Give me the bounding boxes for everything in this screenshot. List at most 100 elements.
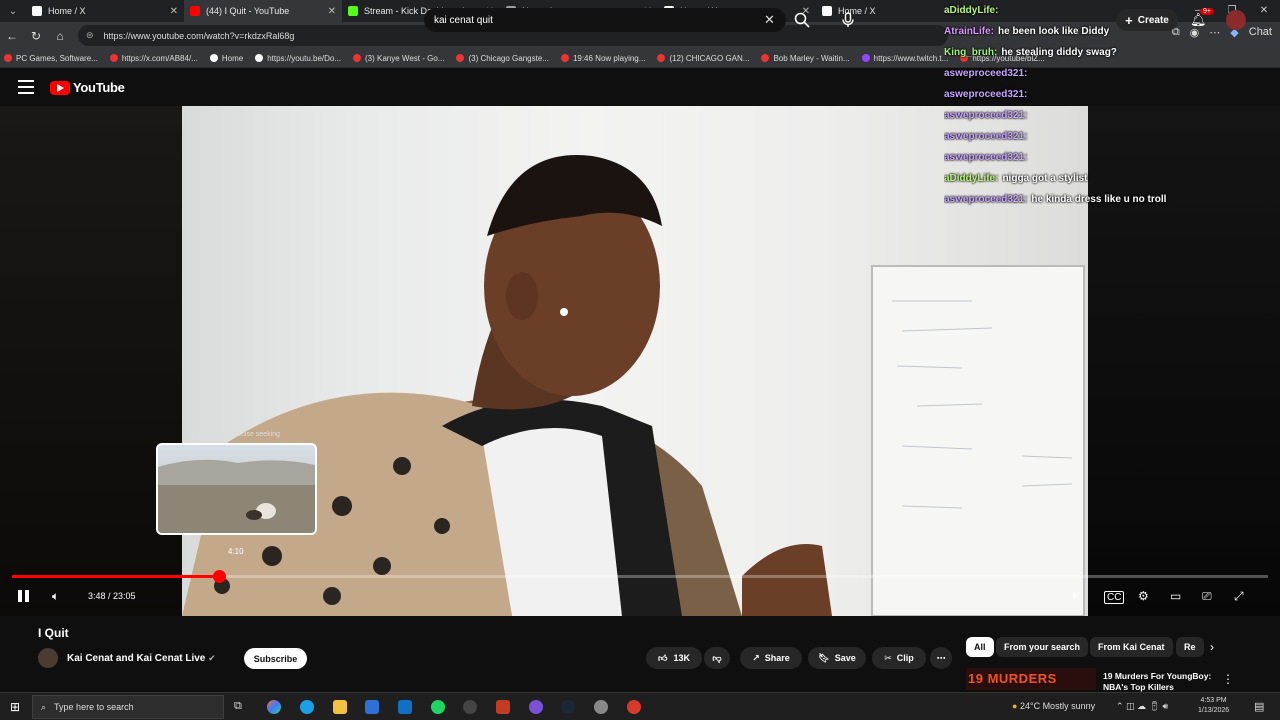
like-button[interactable]: 👍︎ 13K: [646, 647, 702, 669]
bookmark-label: https://x.com/AB84/...: [121, 53, 198, 63]
pinned-app-3-icon[interactable]: [627, 700, 641, 714]
pinned-app-icon[interactable]: [496, 700, 510, 714]
mail-icon[interactable]: [398, 700, 412, 714]
edge-icon[interactable]: [300, 700, 314, 714]
progress-bar[interactable]: [12, 570, 1268, 583]
bookmark-item[interactable]: (3) Kanye West - Go...: [353, 54, 444, 63]
windows-taskbar: ⊞ ⌕ Type here to search ⧉ ● 24°C Mostly …: [0, 692, 1280, 720]
bookmark-item[interactable]: (3) Chicago Gangste...: [456, 54, 549, 63]
progress-bar-played: [12, 575, 219, 578]
channel-name-text: Kai Cenat and Kai Cenat Live: [67, 653, 206, 664]
volume-icon[interactable]: 🔈︎: [52, 589, 59, 604]
subscribe-button[interactable]: Subscribe: [244, 648, 307, 669]
site-info-icon[interactable]: ⊜: [86, 30, 94, 41]
filter-chip[interactable]: All: [966, 637, 994, 657]
search-icon[interactable]: [794, 12, 810, 28]
bookmark-item[interactable]: Bob Marley - Waitin...: [761, 54, 850, 63]
bookmark-favicon-icon: [255, 54, 264, 62]
weather-text: 24°C Mostly sunny: [1019, 701, 1096, 711]
share-icon: ↗: [752, 652, 760, 663]
youtube-icon: [190, 6, 200, 16]
save-button[interactable]: 🔖︎ Save: [808, 647, 866, 669]
filter-chip[interactable]: Re: [1176, 637, 1204, 657]
clear-search-icon[interactable]: ✕: [764, 12, 775, 28]
close-tab-icon[interactable]: ✕: [328, 6, 336, 17]
cast-icon[interactable]: ⎚: [1202, 589, 1212, 604]
dislike-button[interactable]: 👎︎: [704, 647, 730, 669]
chat-username: AtrainLife:: [944, 26, 994, 37]
sun-icon: ●: [1012, 701, 1018, 711]
bookmark-item[interactable]: https://x.com/AB84/...: [109, 53, 198, 63]
close-tab-icon[interactable]: ✕: [170, 6, 178, 17]
microphone-icon[interactable]: [838, 10, 858, 30]
share-label: Share: [764, 653, 790, 663]
share-button[interactable]: ↗ Share: [740, 647, 802, 669]
bookmark-item[interactable]: PC Games, Software...: [4, 54, 98, 63]
chevron-right-icon[interactable]: ›: [1210, 640, 1214, 654]
channel-name[interactable]: Kai Cenat and Kai Cenat Live ✔: [67, 653, 216, 664]
bookmark-favicon-icon: [560, 54, 569, 62]
theater-mode-icon[interactable]: ▭: [1170, 589, 1181, 603]
browser-tab[interactable]: Home / X ✕: [26, 0, 184, 22]
pause-icon[interactable]: [18, 590, 30, 602]
copilot-taskbar-icon[interactable]: [267, 700, 281, 714]
thumbs-up-icon: 👍︎: [658, 652, 668, 663]
progress-scrubber[interactable]: [212, 570, 226, 583]
tab-search-button[interactable]: ⌄: [0, 0, 26, 22]
chat-message-text: he been look like Diddy: [998, 26, 1110, 37]
more-actions-button[interactable]: ⋯: [930, 647, 952, 669]
reload-button[interactable]: ↻: [24, 29, 48, 43]
bookmark-item[interactable]: 19:46 Now playing...: [560, 54, 645, 63]
autoplay-toggle-icon[interactable]: ⏵: [1072, 589, 1078, 604]
seek-hint-icon: ⇡: [190, 431, 198, 438]
search-input[interactable]: kai cenat quit: [424, 8, 786, 32]
file-explorer-icon[interactable]: [333, 700, 347, 714]
bookmark-item[interactable]: https://youtu.be/Do...: [255, 54, 341, 63]
system-tray-icons[interactable]: ⌃ ◫ ☁ 🔋︎ 🔊︎: [1116, 701, 1168, 712]
bookmark-favicon-icon: [657, 54, 666, 62]
url-text: https://www.youtube.com/watch?v=rkdzxRal…: [103, 30, 295, 41]
bookmark-favicon-icon: [4, 54, 12, 62]
discord-icon[interactable]: [529, 700, 543, 714]
x-icon: [32, 6, 42, 16]
bookmark-item[interactable]: https://www.twitch.t...: [861, 54, 948, 63]
browser-tab[interactable]: (44) I Quit - YouTube ✕: [184, 0, 342, 22]
filter-chip[interactable]: From your search: [996, 637, 1089, 657]
recommendation-title[interactable]: 19 Murders For YoungBoy: NBA's Top Kille…: [1103, 671, 1218, 693]
chat-username: aDiddyLife:: [944, 173, 999, 184]
youtube-logo[interactable]: YouTube: [50, 80, 125, 95]
media-app-icon[interactable]: [463, 700, 477, 714]
steam-icon[interactable]: [561, 700, 575, 714]
filter-chip[interactable]: From Kai Cenat: [1090, 637, 1173, 657]
fullscreen-icon[interactable]: ⤢: [1234, 589, 1244, 604]
bookmark-item[interactable]: (12) CHICAGO GAN...: [657, 54, 749, 63]
store-icon[interactable]: [365, 700, 379, 714]
chat-message: asweproceed321:: [944, 126, 1280, 147]
chat-username: aDiddyLife:: [944, 5, 999, 16]
x-icon: [822, 6, 832, 16]
taskbar-search-input[interactable]: ⌕ Type here to search: [32, 695, 224, 719]
chat-username: asweproceed321:: [944, 131, 1028, 142]
recommendation-thumbnail[interactable]: 19 MURDERS: [966, 668, 1096, 690]
windows-start-icon[interactable]: ⊞: [10, 700, 20, 714]
recommendation-more-icon[interactable]: ⋮: [1222, 672, 1234, 686]
settings-gear-icon[interactable]: ⚙︎: [1138, 589, 1149, 603]
seek-hint: ⇡ Pull up for precise seeking: [190, 430, 280, 438]
subtitles-icon[interactable]: CC: [1104, 591, 1125, 604]
bookmark-label: Home: [221, 53, 244, 63]
notification-center-icon[interactable]: ▤: [1254, 700, 1264, 713]
bookmark-favicon-icon: [209, 54, 218, 62]
weather-widget[interactable]: ● 24°C Mostly sunny: [1012, 701, 1095, 711]
back-button[interactable]: ←: [0, 29, 24, 43]
bookmark-item[interactable]: Home: [209, 53, 244, 63]
menu-icon[interactable]: [18, 80, 34, 94]
seek-preview-time: 4:10: [228, 547, 244, 556]
pinned-app-2-icon[interactable]: [594, 700, 608, 714]
taskbar-clock[interactable]: 4:53 PM 1/13/2026: [1198, 696, 1229, 716]
spotify-icon[interactable]: [431, 700, 445, 714]
task-view-icon[interactable]: ⧉: [234, 700, 248, 714]
search-query-text: kai cenat quit: [434, 14, 493, 26]
home-button[interactable]: ⌂: [48, 29, 72, 43]
clip-button[interactable]: ✂ Clip: [872, 647, 926, 669]
channel-avatar[interactable]: [38, 648, 58, 668]
